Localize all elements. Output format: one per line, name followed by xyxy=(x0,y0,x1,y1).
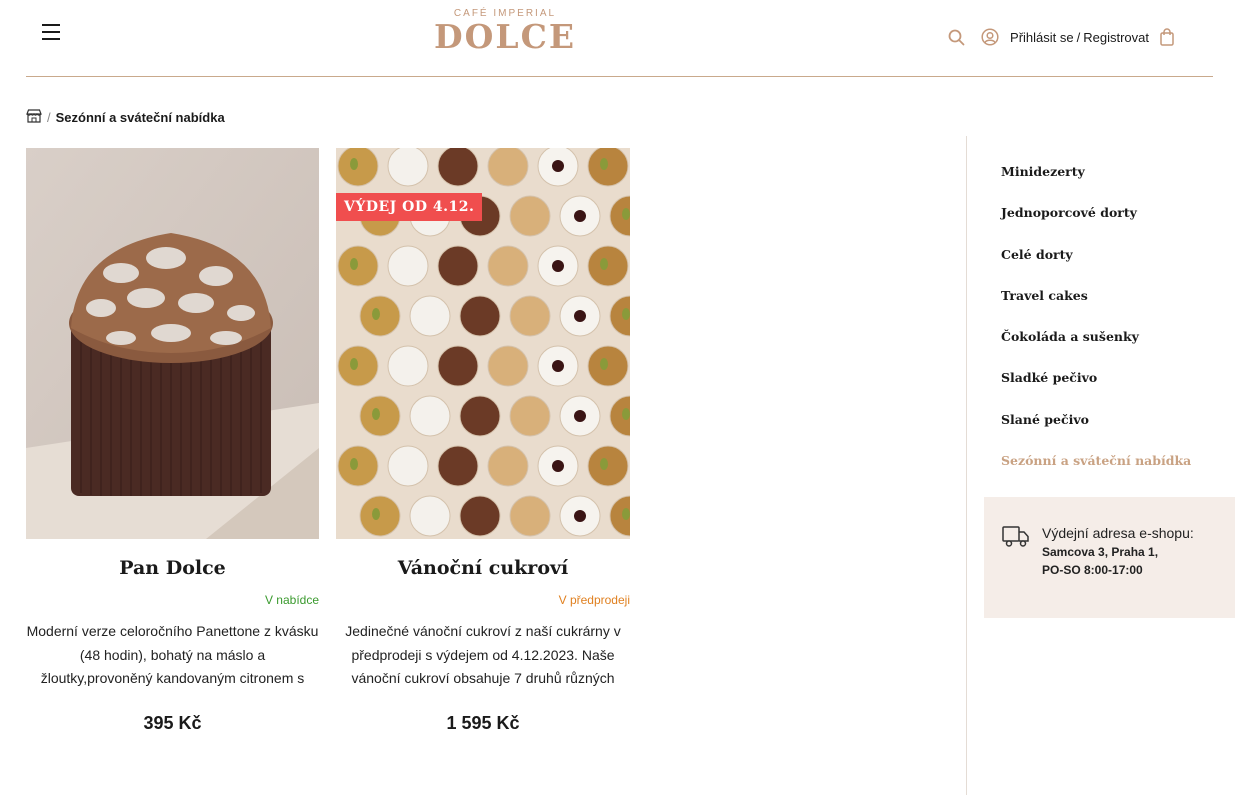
product-description: Moderní verze celoročního Panettone z kv… xyxy=(26,623,319,686)
product-card[interactable]: Pan Dolce V nabídce Moderní verze celoro… xyxy=(26,148,319,734)
logo-title: DOLCE xyxy=(434,17,576,56)
category-slane-pecivo[interactable]: Slané pečivo xyxy=(1001,412,1191,453)
availability-status: V předprodeji xyxy=(558,593,630,607)
sidebar-divider xyxy=(966,136,967,795)
category-cokolada-susenky[interactable]: Čokoláda a sušenky xyxy=(1001,329,1191,370)
category-minidezerty[interactable]: Minidezerty xyxy=(1001,164,1191,205)
product-price: 395 Kč xyxy=(143,713,202,733)
product-image[interactable]: VÝDEJ OD 4.12. xyxy=(336,148,630,539)
category-jednoporcove-dorty[interactable]: Jednoporcové dorty xyxy=(1001,205,1191,246)
truck-icon xyxy=(1002,524,1030,553)
breadcrumb-separator: / xyxy=(47,110,51,125)
pickup-address: Samcova 3, Praha 1, xyxy=(1042,545,1159,559)
category-cele-dorty[interactable]: Celé dorty xyxy=(1001,247,1191,288)
store-icon[interactable] xyxy=(26,109,42,126)
category-nav: Minidezerty Jednoporcové dorty Celé dort… xyxy=(1001,164,1191,494)
site-header: CAFÉ IMPERIAL DOLCE Přihlásit se / Registr… xyxy=(26,0,1213,77)
user-icon[interactable] xyxy=(980,27,1000,47)
pickup-info-box: Výdejní adresa e-shopu: Samcova 3, Praha… xyxy=(984,497,1235,618)
pickup-text: Výdejní adresa e-shopu: Samcova 3, Praha… xyxy=(1042,525,1194,577)
pickup-label: Výdejní adresa e-shopu: xyxy=(1042,525,1194,541)
search-icon[interactable] xyxy=(946,27,966,47)
register-link[interactable]: Registrovat xyxy=(1083,30,1149,45)
hamburger-menu-icon[interactable] xyxy=(42,24,60,44)
header-actions: Přihlásit se / Registrovat xyxy=(946,26,1177,48)
product-image[interactable] xyxy=(26,148,319,539)
logo[interactable]: CAFÉ IMPERIAL DOLCE xyxy=(424,8,586,55)
pickup-hours: PO-SO 8:00-17:00 xyxy=(1042,563,1143,577)
availability-status: V nabídce xyxy=(264,593,319,607)
login-register-link: Přihlásit se / Registrovat xyxy=(1010,30,1149,45)
product-title[interactable]: Pan Dolce xyxy=(26,557,319,579)
product-card[interactable]: VÝDEJ OD 4.12. Vánoční cukroví V předpro… xyxy=(336,148,630,734)
breadcrumb: / Sezónní a sváteční nabídka xyxy=(26,109,225,126)
product-description: Jedinečné vánoční cukroví z naší cukrárn… xyxy=(345,623,621,686)
login-link[interactable]: Přihlásit se xyxy=(1010,30,1074,45)
product-price: 1 595 Kč xyxy=(446,713,520,733)
category-sladke-pecivo[interactable]: Sladké pečivo xyxy=(1001,370,1191,411)
breadcrumb-current: Sezónní a sváteční nabídka xyxy=(55,110,225,125)
product-title[interactable]: Vánoční cukroví xyxy=(336,557,630,579)
category-travel-cakes[interactable]: Travel cakes xyxy=(1001,288,1191,329)
category-sezonni-nabidka[interactable]: Sezónní a sváteční nabídka xyxy=(1001,453,1191,494)
shopping-bag-icon[interactable] xyxy=(1157,27,1177,47)
pickup-date-badge: VÝDEJ OD 4.12. xyxy=(336,193,483,221)
login-separator: / xyxy=(1076,29,1081,45)
